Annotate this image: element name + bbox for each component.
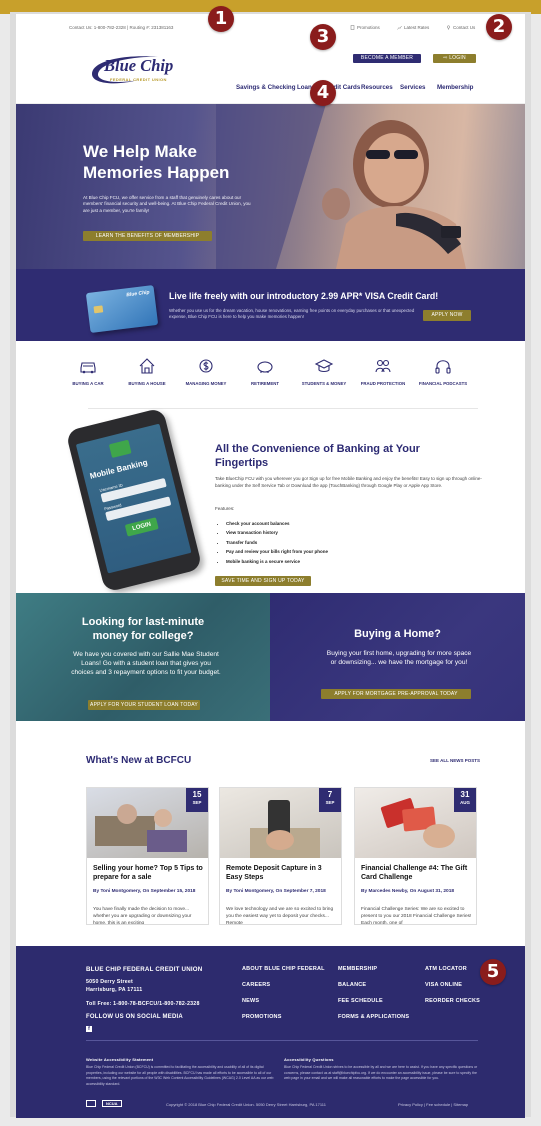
date-month: SEP [325,800,335,805]
news-card[interactable]: 15 SEP Selling your home? Top 5 Tips to p… [86,787,209,925]
date-badge: 15 SEP [186,788,208,812]
footer-address-line1: 5050 Derry Street [86,979,133,985]
equal-housing-icon [86,1100,96,1107]
footer-org-name: BLUE CHIP FEDERAL CREDIT UNION [86,966,203,973]
news-card-byline: By Marcedes Newby, On August 31, 2018 [361,889,455,894]
news-card-title: Remote Deposit Capture in 3 Easy Steps [226,865,322,881]
accessibility-statement-body: Blue Chip Federal Credit Union (BCFCU) i… [86,1065,274,1086]
footer-address-line2: Harrisburg, PA 17111 [86,987,143,993]
legal-links[interactable]: Privacy Policy | Fee schedule | Sitemap [398,1102,468,1107]
callout-marker: 5 [480,959,506,985]
footer-divider [86,1040,478,1041]
accessibility-questions-title: Accessibility Questions [284,1057,334,1062]
news-card-excerpt: Financial Challenge Series: We are so ex… [361,907,472,925]
news-card-byline: By Toni Montgomery, On September 7, 2018 [226,889,326,894]
footer-phone: Toll Free: 1-800-78-BCFCU/1-800-782-2328 [86,1001,200,1007]
footer-link[interactable]: FEE SCHEDULE [338,998,383,1004]
footer-link[interactable]: BALANCE [338,982,366,988]
facebook-icon[interactable]: f [86,1026,92,1032]
callout-marker: 3 [310,24,336,50]
footer-link[interactable]: MEMBERSHIP [338,966,377,972]
footer-link[interactable]: PROMOTIONS [242,1014,282,1020]
news-card-excerpt: We love technology and we are so excited… [226,907,334,925]
callout-marker: 1 [208,6,234,32]
footer-link[interactable]: CAREERS [242,982,270,988]
news-card-excerpt: You have finally made the decision to mo… [93,907,192,925]
website-page: Contact Us: 1-800-782-2328 | Routing #: … [16,14,525,1118]
footer-link[interactable]: FORMS & APPLICATIONS [338,1014,409,1020]
news-title: What's New at BCFCU [86,755,192,766]
date-badge: 31 AUG [454,788,476,812]
date-day: 31 [460,790,470,799]
accessibility-questions-body: Blue Chip Federal Credit Union strives t… [284,1065,478,1081]
footer-social-label: FOLLOW US ON SOCIAL MEDIA [86,1014,183,1020]
ncua-logo: NCUA [102,1100,122,1107]
date-month: SEP [192,800,202,805]
date-month: AUG [460,800,470,805]
footer-link[interactable]: VISA ONLINE [425,982,462,988]
news-card[interactable]: 7 SEP Remote Deposit Capture in 3 Easy St… [219,787,342,925]
news-card-byline: By Toni Montgomery, On September 15, 201… [93,889,196,894]
callout-marker: 4 [310,80,336,106]
copyright-text: Copyright © 2018 Blue Chip Federal Credi… [166,1102,326,1107]
footer-link[interactable]: ABOUT BLUE CHIP FEDERAL [242,966,325,972]
footer-link[interactable]: NEWS [242,998,259,1004]
news-section: What's New at BCFCU SEE ALL NEWS POSTS 1… [16,14,525,944]
date-day: 7 [327,790,333,799]
date-badge: 7 SEP [319,788,341,812]
news-card-title: Selling your home? Top 5 Tips to prepare… [93,865,203,881]
date-day: 15 [192,790,202,799]
callout-marker: 2 [486,14,512,40]
footer-link[interactable]: ATM LOCATOR [425,966,467,972]
accessibility-statement-title: Website Accessibility Statement [86,1057,154,1062]
news-card[interactable]: 31 AUG Financial Challenge #4: The Gift C… [354,787,477,925]
see-all-news-link[interactable]: SEE ALL NEWS POSTS [430,758,480,763]
news-card-title: Financial Challenge #4: The Gift Card Ch… [361,865,468,881]
footer-link[interactable]: REORDER CHECKS [425,998,480,1004]
site-footer: BLUE CHIP FEDERAL CREDIT UNION 5050 Derr… [16,946,525,1118]
